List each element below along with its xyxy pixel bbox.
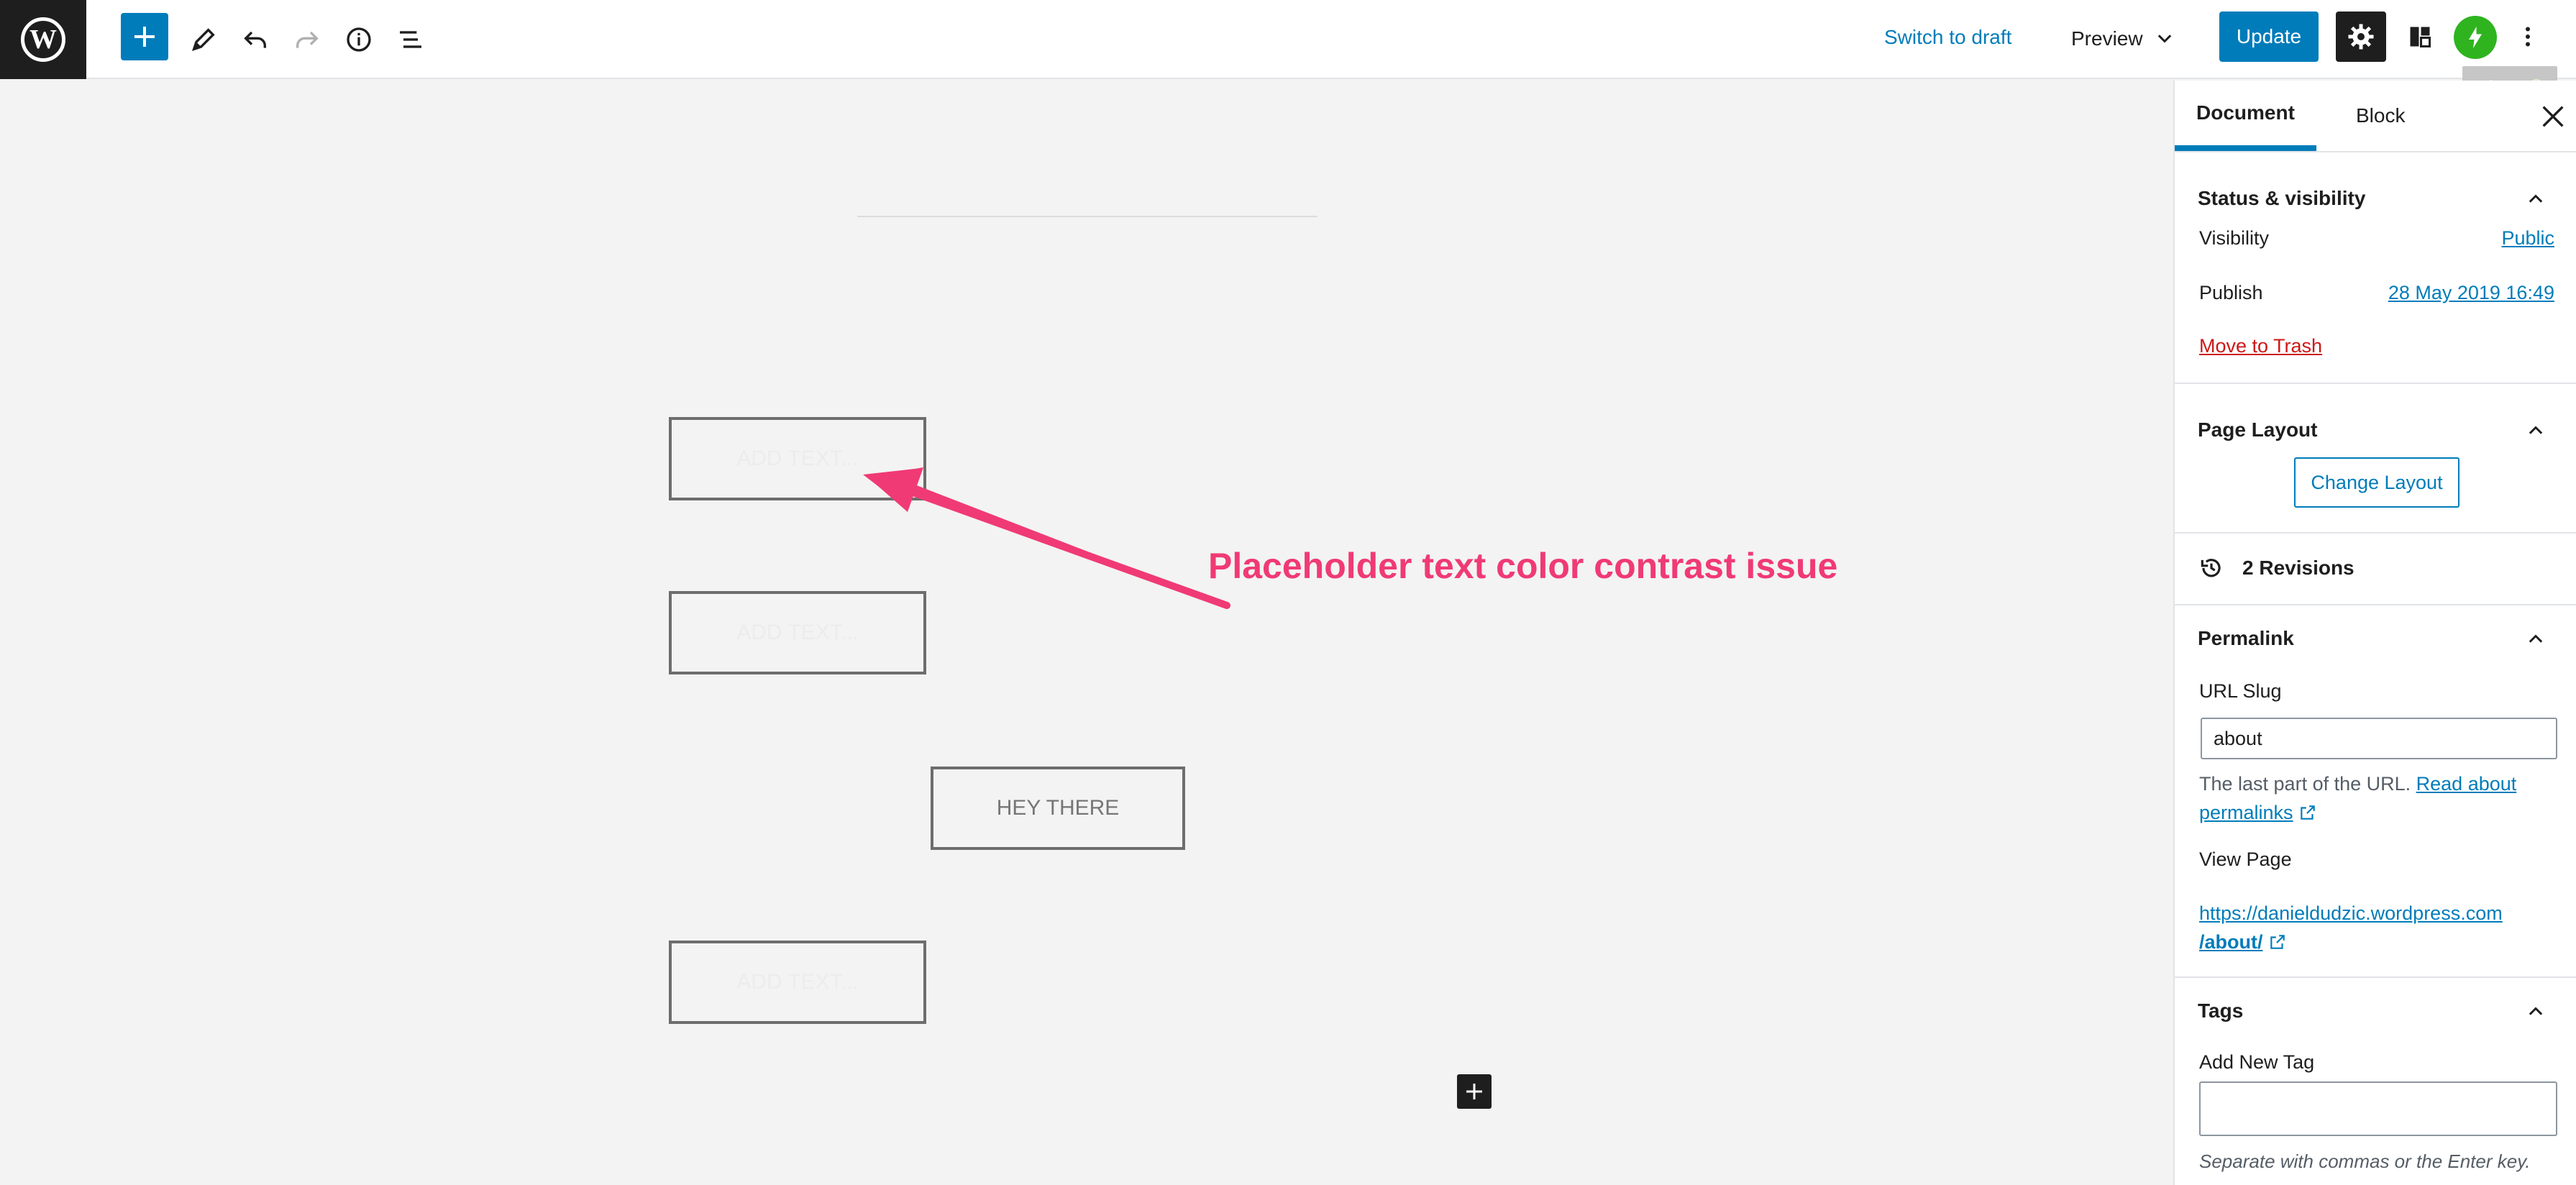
editor-canvas[interactable]: ADD TEXT... ADD TEXT... HEY THERE ADD TE… (0, 81, 2173, 1185)
visibility-value-link[interactable]: Public (2501, 227, 2554, 250)
panel-title: Permalink (2198, 627, 2294, 649)
view-page-url[interactable]: https://danieldudzic.wordpress.com /abou… (2199, 899, 2503, 956)
block-layout-button[interactable] (2395, 12, 2445, 62)
placeholder-text-box[interactable]: ADD TEXT... (669, 941, 926, 1024)
settings-gear-button[interactable] (2336, 12, 2386, 62)
sidebar-tabs: Document Block (2175, 81, 2576, 152)
add-new-tag-label: Add New Tag (2199, 1051, 2315, 1073)
panel-page-layout-header[interactable]: Page Layout (2175, 416, 2576, 444)
view-page-link-line1[interactable]: https://danieldudzic.wordpress.com (2199, 902, 2503, 924)
permalink-help-text: The last part of the URL. (2199, 773, 2411, 795)
publish-date-link[interactable]: 28 May 2019 16:49 (2388, 282, 2554, 304)
vertical-ellipsis-icon (2526, 27, 2530, 47)
permalinks-link[interactable]: permalinks (2199, 802, 2293, 823)
jetpack-bolt-icon (2469, 27, 2482, 48)
panel-tags-header[interactable]: Tags (2175, 997, 2576, 1025)
revisions-row[interactable]: 2 Revisions (2175, 554, 2576, 582)
change-layout-button[interactable]: Change Layout (2294, 457, 2459, 508)
undo-icon[interactable] (230, 14, 280, 65)
switch-to-draft-button[interactable]: Switch to draft (1884, 23, 2011, 52)
visibility-label: Visibility (2199, 227, 2270, 249)
add-tag-input[interactable] (2199, 1081, 2557, 1136)
gear-icon (2348, 24, 2374, 50)
tags-help-text: Separate with commas or the Enter key. (2199, 1150, 2531, 1172)
hey-there-button-block[interactable]: HEY THERE (931, 767, 1185, 850)
read-about-link[interactable]: Read about (2416, 773, 2517, 795)
wordpress-icon: W (21, 17, 65, 62)
layout-grid-icon (2410, 27, 2431, 47)
chevron-up-icon (2529, 194, 2543, 203)
close-icon[interactable] (2539, 102, 2567, 131)
url-slug-label: URL Slug (2199, 680, 2282, 702)
add-block-button[interactable] (121, 13, 168, 60)
editor-toolbar: W Switch to draft Preview Update (0, 0, 2576, 79)
view-page-link-line2[interactable]: /about/ (2199, 931, 2263, 953)
wordpress-logo-button[interactable]: W (0, 0, 86, 79)
divider (2175, 976, 2576, 978)
placeholder-text-box[interactable]: ADD TEXT... (669, 591, 926, 674)
history-icon (2201, 559, 2221, 577)
inline-add-block-button[interactable] (1457, 1074, 1492, 1109)
publish-label: Publish (2199, 282, 2263, 303)
info-icon[interactable] (334, 14, 384, 65)
permalink-help: The last part of the URL. Read about per… (2199, 769, 2516, 827)
panel-permalink-header[interactable]: Permalink (2175, 624, 2576, 653)
list-view-icon[interactable] (385, 14, 436, 65)
chevron-up-icon (2529, 1007, 2543, 1015)
external-link-icon (2270, 935, 2285, 949)
panel-status-visibility-header[interactable]: Status & visibility (2175, 184, 2576, 213)
redo-icon[interactable] (282, 14, 332, 65)
jetpack-button[interactable] (2454, 16, 2497, 59)
divider (2175, 604, 2576, 605)
panel-title: Tags (2198, 999, 2244, 1022)
placeholder-text-box[interactable]: ADD TEXT... (669, 417, 926, 500)
chevron-up-icon (2529, 426, 2543, 434)
preview-button[interactable]: Preview (2071, 17, 2175, 60)
view-page-label: View Page (2199, 848, 2292, 870)
preview-label: Preview (2071, 27, 2143, 50)
url-slug-input[interactable]: about (2201, 718, 2557, 759)
tab-block[interactable]: Block (2334, 81, 2426, 151)
annotation-label: Placeholder text color contrast issue (1208, 546, 1838, 586)
separator-block[interactable] (857, 216, 1317, 217)
move-to-trash-link[interactable]: Move to Trash (2199, 335, 2322, 357)
chevron-down-icon (2157, 35, 2171, 43)
more-options-button[interactable] (2503, 12, 2553, 62)
panel-title: Status & visibility (2198, 187, 2366, 209)
divider (2175, 532, 2576, 534)
chevron-up-icon (2529, 634, 2543, 643)
update-button[interactable]: Update (2219, 12, 2319, 62)
external-link-icon (2301, 805, 2315, 820)
revisions-label: 2 Revisions (2242, 557, 2355, 579)
panel-title: Page Layout (2198, 418, 2318, 441)
tools-pencil-icon[interactable] (178, 14, 229, 65)
tab-document[interactable]: Document (2175, 81, 2316, 151)
settings-sidebar: Document Block Status & visibility Visib… (2173, 81, 2576, 1185)
divider (2175, 383, 2576, 384)
